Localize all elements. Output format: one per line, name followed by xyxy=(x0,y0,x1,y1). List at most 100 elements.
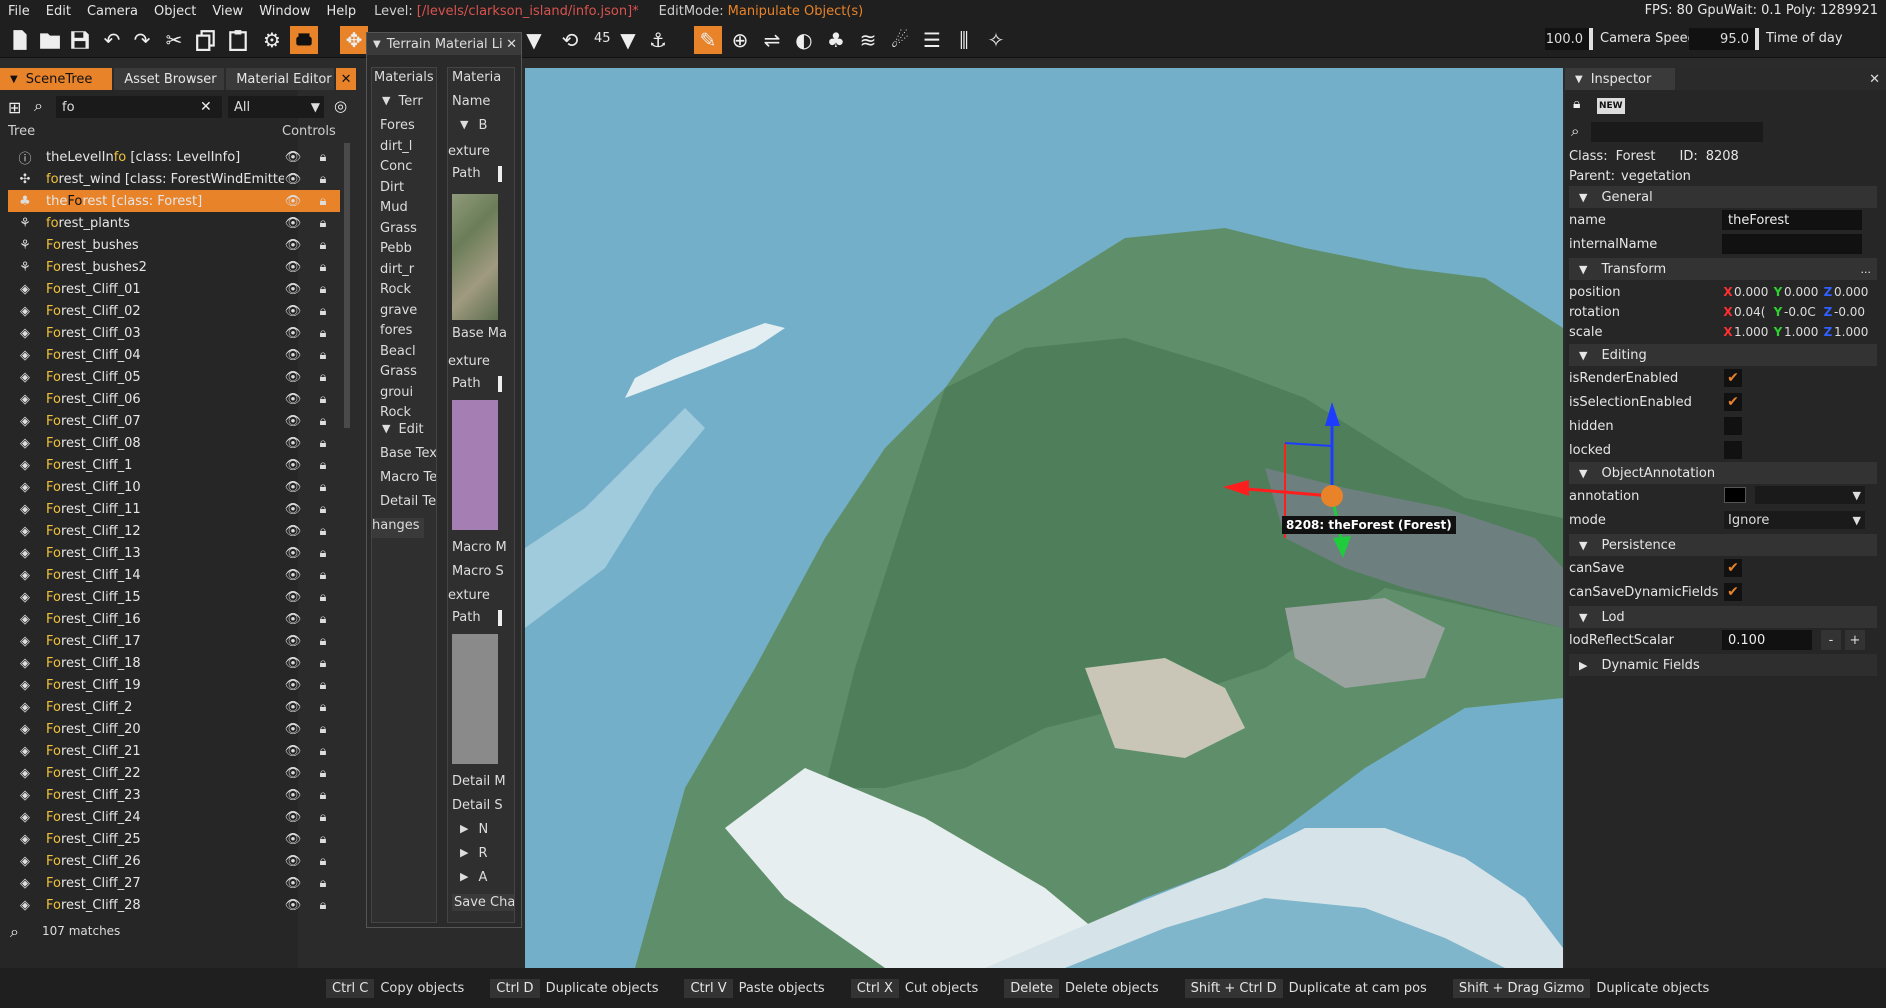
tree-row[interactable]: ◈ Forest_Cliff_17 👁︎ 🔒︎ xyxy=(8,630,340,652)
rotate-snap-icon[interactable]: ⟲ xyxy=(556,26,584,54)
lock-icon[interactable]: 🔒︎ xyxy=(314,282,332,297)
tree-row[interactable]: ◈ Forest_Cliff_11 👁︎ 🔒︎ xyxy=(8,498,340,520)
tree-row[interactable]: ◈ Forest_Cliff_10 👁︎ 🔒︎ xyxy=(8,476,340,498)
tree-row[interactable]: ◈ Forest_Cliff_08 👁︎ 🔒︎ xyxy=(8,432,340,454)
hidden-checkbox[interactable] xyxy=(1724,417,1742,435)
visibility-eye-icon[interactable]: 👁︎ xyxy=(284,546,302,561)
section-transform[interactable]: ▼ Transform... xyxy=(1569,258,1877,280)
terrain-material-item[interactable]: groui xyxy=(380,385,436,400)
group-b[interactable]: ▼ B xyxy=(452,118,487,133)
visibility-eye-icon[interactable]: 👁︎ xyxy=(284,700,302,715)
section-persistence[interactable]: ▼ Persistence xyxy=(1569,534,1877,556)
tree-row[interactable]: ◈ Forest_Cliff_1 👁︎ 🔒︎ xyxy=(8,454,340,476)
visibility-eye-icon[interactable]: 👁︎ xyxy=(284,238,302,253)
tree-row[interactable]: ◈ Forest_Cliff_05 👁︎ 🔒︎ xyxy=(8,366,340,388)
visibility-eye-icon[interactable]: 👁︎ xyxy=(284,216,302,231)
panel-menu-icon[interactable]: ▼ xyxy=(1575,74,1583,85)
terrain-panel-titlebar[interactable]: ▼ Terrain Material Li ✕ xyxy=(367,33,521,55)
visibility-eye-icon[interactable]: 👁︎ xyxy=(284,590,302,605)
tree-row[interactable]: ◈ Forest_Cliff_2 👁︎ 🔒︎ xyxy=(8,696,340,718)
lod-increment-button[interactable]: + xyxy=(1845,630,1865,650)
visibility-eye-icon[interactable]: 👁︎ xyxy=(284,172,302,187)
macro-texture-preview[interactable] xyxy=(452,400,498,530)
visibility-eye-icon[interactable]: 👁︎ xyxy=(284,348,302,363)
visibility-eye-icon[interactable]: 👁︎ xyxy=(284,876,302,891)
visibility-eye-icon[interactable]: 👁︎ xyxy=(284,326,302,341)
lock-icon[interactable]: 🔒︎ xyxy=(314,260,332,275)
visibility-eye-icon[interactable]: 👁︎ xyxy=(284,568,302,583)
tree-row[interactable]: ◈ Forest_Cliff_24 👁︎ 🔒︎ xyxy=(8,806,340,828)
lock-icon[interactable]: 🔒︎ xyxy=(314,392,332,407)
menu-file[interactable]: File xyxy=(0,4,38,19)
tree-scrollbar[interactable] xyxy=(344,143,350,428)
section-dynamic-fields[interactable]: ▶ Dynamic Fields xyxy=(1569,654,1877,676)
lock-icon[interactable]: 🔒︎ xyxy=(314,326,332,341)
lock-icon[interactable]: 🔒︎ xyxy=(314,590,332,605)
road-icon[interactable]: ⇌ xyxy=(758,26,786,54)
open-folder-icon[interactable] xyxy=(36,26,64,54)
forest-tool-icon[interactable]: ♣ xyxy=(822,26,850,54)
terrain-material-item[interactable]: Rock xyxy=(380,282,436,297)
tree-row[interactable]: ◈ Forest_Cliff_21 👁︎ 🔒︎ xyxy=(8,740,340,762)
new-file-icon[interactable] xyxy=(6,26,34,54)
tree-row[interactable]: ◈ Forest_Cliff_23 👁︎ 🔒︎ xyxy=(8,784,340,806)
terrain-material-item[interactable]: Dirt xyxy=(380,180,436,195)
lod-field[interactable]: 0.100 xyxy=(1722,630,1812,650)
visibility-eye-icon[interactable]: 👁︎ xyxy=(284,524,302,539)
lock-icon[interactable]: 🔒︎ xyxy=(314,854,332,869)
tab-inspector[interactable]: ▼ Inspector xyxy=(1565,68,1675,90)
lock-icon[interactable]: 🔒︎ xyxy=(314,172,332,187)
lock-icon[interactable]: 🔒︎ xyxy=(314,568,332,583)
settings-gear-icon[interactable]: ⚙ xyxy=(258,26,286,54)
time-of-day-input[interactable]: 95.0 xyxy=(1689,28,1759,50)
redo-icon[interactable]: ↷ xyxy=(128,26,156,54)
tree-row[interactable]: ◈ Forest_Cliff_14 👁︎ 🔒︎ xyxy=(8,564,340,586)
tree-row[interactable]: ⚘ Forest_bushes2 👁︎ 🔒︎ xyxy=(8,256,340,278)
section-lod[interactable]: ▼ Lod xyxy=(1569,606,1877,628)
vehicle-icon[interactable] xyxy=(290,26,318,54)
section-general[interactable]: ▼ General xyxy=(1569,186,1877,208)
apply-changes-button[interactable]: hanges xyxy=(372,518,424,538)
scale-x[interactable]: 1.000 xyxy=(1734,325,1772,339)
terrain-material-item[interactable]: Pebb xyxy=(380,241,436,256)
detail-texture-preview[interactable] xyxy=(452,634,498,764)
inspector-search-input[interactable] xyxy=(1591,122,1763,142)
visibility-eye-icon[interactable]: 👁︎ xyxy=(284,502,302,517)
tree-row[interactable]: ◈ Forest_Cliff_04 👁︎ 🔒︎ xyxy=(8,344,340,366)
visibility-eye-icon[interactable]: 👁︎ xyxy=(284,766,302,781)
3d-viewport[interactable]: 8208: theForest (Forest) xyxy=(525,68,1563,968)
menu-object[interactable]: Object xyxy=(146,4,204,19)
lock-icon[interactable]: 🔒︎ xyxy=(314,436,332,451)
visibility-eye-icon[interactable]: 👁︎ xyxy=(284,612,302,627)
rotation-x[interactable]: 0.04( xyxy=(1734,305,1772,319)
lock-icon[interactable]: 🔒︎ xyxy=(314,414,332,429)
group-n[interactable]: ▶ N xyxy=(452,822,488,837)
position-z[interactable]: 0.000 xyxy=(1834,285,1872,299)
tree-row[interactable]: ◈ Forest_Cliff_02 👁︎ 🔒︎ xyxy=(8,300,340,322)
tree-row[interactable]: ◈ Forest_Cliff_28 👁︎ 🔒︎ xyxy=(8,894,340,916)
group-r[interactable]: ▶ R xyxy=(452,846,488,861)
camera-speed-input[interactable]: 100.0 xyxy=(1545,28,1593,50)
lock-icon[interactable]: 🔒︎ xyxy=(314,700,332,715)
tree-row[interactable]: ◈ Forest_Cliff_19 👁︎ 🔒︎ xyxy=(8,674,340,696)
tree-row[interactable]: ⚘ Forest_bushes 👁︎ 🔒︎ xyxy=(8,234,340,256)
visibility-eye-icon[interactable]: 👁︎ xyxy=(284,832,302,847)
tree-row[interactable]: ◈ Forest_Cliff_06 👁︎ 🔒︎ xyxy=(8,388,340,410)
terrain-material-item[interactable]: Conc xyxy=(380,159,436,174)
mode-select[interactable]: Ignore ▼ xyxy=(1724,511,1865,529)
copy-icon[interactable] xyxy=(192,26,220,54)
rotation-y[interactable]: -0.0C xyxy=(1784,305,1822,319)
lock-icon[interactable]: 🔒︎ xyxy=(314,898,332,913)
terrain-panel-menu-icon[interactable]: ▼ xyxy=(373,39,381,50)
tree-row[interactable]: ◈ Forest_Cliff_18 👁︎ 🔒︎ xyxy=(8,652,340,674)
scale-y[interactable]: 1.000 xyxy=(1784,325,1822,339)
visibility-eye-icon[interactable]: 👁︎ xyxy=(284,898,302,913)
lock-inspector-icon[interactable]: 🔒︎ xyxy=(1573,96,1591,114)
visibility-eye-icon[interactable]: 👁︎ xyxy=(284,436,302,451)
lock-icon[interactable]: 🔒︎ xyxy=(314,678,332,693)
lock-icon[interactable]: 🔒︎ xyxy=(314,876,332,891)
lock-icon[interactable]: 🔒︎ xyxy=(314,216,332,231)
terrain-material-item[interactable]: Mud xyxy=(380,200,436,215)
mesh-road-icon[interactable]: ☰ xyxy=(918,26,946,54)
position-y[interactable]: 0.000 xyxy=(1784,285,1822,299)
